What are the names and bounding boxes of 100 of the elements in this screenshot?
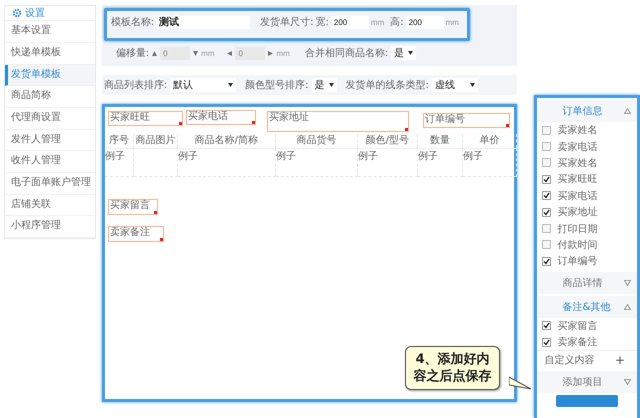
checkbox[interactable] bbox=[542, 321, 550, 330]
template-name-field[interactable]: 测试 bbox=[156, 16, 250, 28]
height-field[interactable]: 200 bbox=[406, 16, 444, 28]
action-button[interactable] bbox=[556, 395, 618, 408]
checkbox[interactable] bbox=[542, 191, 550, 200]
table-cell: 例子 bbox=[178, 148, 276, 177]
sidebar-item[interactable]: 代理商设置 bbox=[5, 108, 95, 130]
unit-label: mm bbox=[201, 48, 214, 58]
checkbox-label: 买家旺旺 bbox=[558, 172, 598, 186]
checkbox-label: 卖家姓名 bbox=[558, 124, 598, 138]
field-label: 发货单尺寸: bbox=[260, 16, 314, 29]
table-cell: 例子 bbox=[276, 148, 358, 177]
sidebar-item[interactable]: 发件人管理 bbox=[5, 130, 95, 152]
sort-dropdown[interactable]: 默认 bbox=[170, 78, 236, 92]
sidebar-item[interactable]: 收件人管理 bbox=[5, 151, 95, 173]
resize-handle-icon[interactable] bbox=[404, 128, 408, 131]
column-header[interactable]: 数量 bbox=[418, 134, 463, 148]
checkbox-label: 卖家电话 bbox=[558, 140, 598, 154]
field-label: 高: bbox=[390, 16, 404, 29]
checkbox[interactable] bbox=[542, 158, 550, 168]
sidebar-item[interactable]: 发货单模板 bbox=[5, 64, 95, 86]
field-label: 合并相同商品名称: bbox=[304, 46, 388, 60]
sidebar-item[interactable]: 电子面单账户管理 bbox=[5, 172, 95, 195]
callout: 4、添加好内容之后点保存 bbox=[405, 346, 500, 390]
custom-content-label: 自定义内容 bbox=[544, 354, 594, 368]
checkbox[interactable] bbox=[542, 174, 550, 184]
caret-icon bbox=[470, 83, 475, 87]
merge-dropdown[interactable]: 是 bbox=[391, 46, 416, 60]
checkbox[interactable] bbox=[542, 240, 550, 250]
unit-label: mm bbox=[370, 18, 384, 26]
group-title: 商品详情 bbox=[562, 276, 602, 290]
callout-pointer bbox=[509, 376, 531, 390]
resize-handle-icon[interactable] bbox=[160, 238, 163, 241]
field-label: 发货单的线条类型: bbox=[346, 78, 429, 92]
group-title: 订单信息 bbox=[562, 104, 602, 118]
column-header[interactable]: 序号 bbox=[104, 134, 134, 148]
checkbox-label: 买家留言 bbox=[558, 320, 598, 333]
checkbox-label: 买家地址 bbox=[558, 206, 598, 220]
resize-handle-icon[interactable] bbox=[154, 211, 157, 214]
checkbox-label: 订单编号 bbox=[558, 254, 598, 268]
right-arrow-icon[interactable] bbox=[268, 50, 274, 56]
checkbox-label: 买家姓名 bbox=[558, 156, 598, 170]
field-label: 模板名称: bbox=[110, 16, 154, 29]
field-label: 商品列表排序: bbox=[104, 78, 168, 92]
unit-label: mm bbox=[276, 48, 290, 58]
checkbox[interactable] bbox=[542, 142, 550, 152]
down-arrow-icon[interactable] bbox=[193, 50, 198, 56]
checkbox[interactable] bbox=[542, 338, 550, 347]
group-title: 备注&其他 bbox=[562, 300, 610, 314]
checkbox-label: 付款时间 bbox=[558, 238, 598, 252]
table-cell: 例子 bbox=[104, 148, 134, 177]
sidebar-item[interactable]: 小程序管理 bbox=[5, 216, 95, 238]
field-box[interactable]: 买家留言 bbox=[108, 199, 158, 215]
left-arrow-icon[interactable] bbox=[227, 50, 232, 56]
unit-label: mm bbox=[446, 18, 459, 26]
column-header[interactable]: 颜色/型号 bbox=[358, 134, 418, 148]
group-header[interactable]: 备注&其他 bbox=[536, 296, 638, 318]
field-box[interactable]: 卖家备注 bbox=[108, 226, 164, 242]
expand-arrow-icon[interactable] bbox=[624, 280, 632, 286]
checkbox[interactable] bbox=[542, 224, 550, 234]
field-box[interactable]: 订单编号 bbox=[422, 113, 510, 128]
table-cell: 例子 bbox=[358, 148, 418, 177]
checkbox[interactable] bbox=[542, 126, 550, 135]
column-header[interactable]: 单价 bbox=[462, 134, 517, 148]
group-header[interactable]: 商品详情 bbox=[536, 272, 638, 294]
sort-dropdown[interactable]: 虚线 bbox=[432, 78, 478, 92]
sidebar-item[interactable]: 基本设置 bbox=[5, 21, 95, 43]
resize-handle-icon[interactable] bbox=[178, 122, 182, 125]
width-field[interactable]: 200 bbox=[330, 16, 369, 28]
group-header[interactable]: 订单信息 bbox=[536, 100, 638, 122]
field-box[interactable]: 买家电话 bbox=[186, 110, 256, 125]
collapse-arrow-icon[interactable] bbox=[624, 304, 632, 310]
sidebar-item[interactable]: 店铺关联 bbox=[5, 194, 95, 216]
group-header[interactable]: 添加项目 bbox=[536, 371, 638, 394]
up-arrow-icon[interactable] bbox=[152, 50, 158, 56]
sidebar-item[interactable]: 商品简称 bbox=[5, 86, 95, 108]
collapse-arrow-icon[interactable] bbox=[624, 108, 632, 114]
field-box[interactable]: 买家地址 bbox=[266, 111, 409, 132]
column-header[interactable]: 商品名称/简称 bbox=[178, 134, 276, 148]
caret-icon bbox=[408, 51, 414, 55]
resize-handle-icon[interactable] bbox=[506, 124, 509, 127]
checkbox-label: 打印日期 bbox=[558, 222, 598, 236]
column-header[interactable]: 商品图片 bbox=[134, 134, 178, 148]
sort-dropdown[interactable]: 是 bbox=[312, 78, 337, 92]
table-cell bbox=[134, 148, 178, 177]
column-header[interactable]: 商品货号 bbox=[276, 134, 358, 148]
caret-icon bbox=[328, 83, 334, 87]
resize-handle-icon[interactable] bbox=[252, 121, 255, 124]
field-box[interactable]: 买家旺旺 bbox=[108, 111, 183, 126]
add-button[interactable]: + bbox=[614, 354, 626, 366]
checkbox[interactable] bbox=[542, 256, 550, 266]
expand-arrow-icon[interactable] bbox=[624, 379, 632, 386]
field-label: 颜色型号排序: bbox=[245, 78, 309, 92]
sidebar-title: 设置 bbox=[25, 6, 45, 20]
gear-icon bbox=[12, 8, 22, 18]
caret-icon bbox=[228, 83, 234, 87]
table-cell: 例子 bbox=[462, 148, 517, 177]
checkbox[interactable] bbox=[542, 208, 550, 217]
field-label: 偏移量: bbox=[116, 47, 150, 60]
group-title: 添加项目 bbox=[562, 376, 602, 390]
